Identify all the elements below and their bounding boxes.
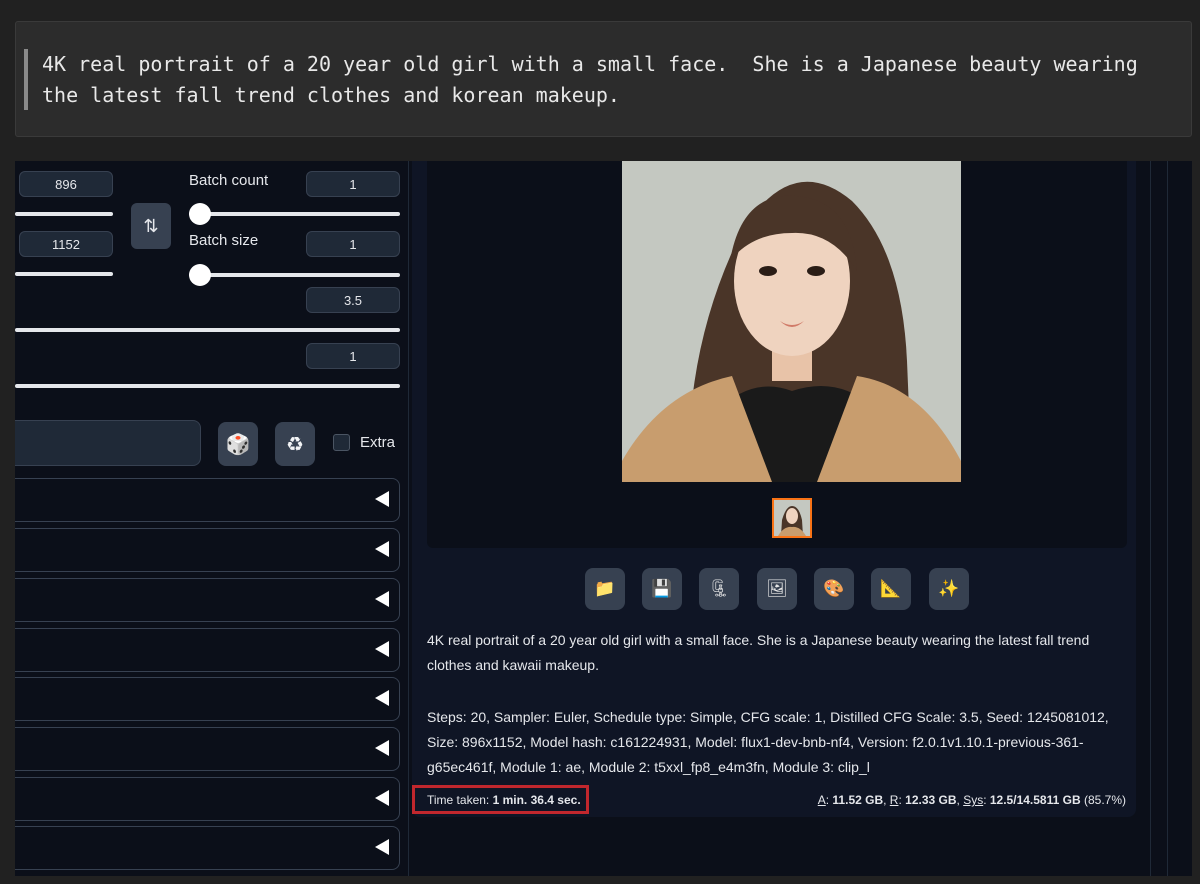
- accordion-section[interactable]: [15, 677, 400, 721]
- vram-sys-label: Sys: [963, 793, 984, 807]
- right-edge-divider: [1167, 161, 1168, 876]
- accordion-section[interactable]: [15, 777, 400, 821]
- height-slider[interactable]: [15, 272, 113, 276]
- vram-a-value: 11.52 GB: [832, 793, 884, 807]
- column-divider: [408, 161, 409, 876]
- swap-dimensions-button[interactable]: ⇅: [131, 203, 171, 249]
- gallery-thumbnail[interactable]: [772, 498, 812, 538]
- steps-input[interactable]: 1: [306, 343, 400, 369]
- accordion-section[interactable]: [15, 727, 400, 771]
- time-taken-value: 1 min. 36.4 sec.: [492, 793, 581, 807]
- collapse-arrow-icon: [375, 740, 389, 756]
- batch-size-label: Batch size: [189, 232, 259, 249]
- width-slider[interactable]: [15, 212, 113, 216]
- output-caption: 4K real portrait of a 20 year old girl w…: [427, 632, 1090, 673]
- zip-button[interactable]: 🗜: [699, 568, 739, 610]
- batch-size-slider[interactable]: [189, 273, 400, 277]
- send-to-extras-button[interactable]: 📐: [871, 568, 911, 610]
- image-icon: 🖼: [766, 579, 788, 599]
- vram-percent: (85.7%): [1083, 793, 1126, 807]
- sparkles-icon: ✨: [938, 579, 960, 599]
- batch-count-input[interactable]: 1: [306, 171, 400, 197]
- send-to-img2img-button[interactable]: 🖼: [757, 568, 797, 610]
- accordion-section[interactable]: [15, 478, 400, 522]
- random-seed-button[interactable]: 🎲: [218, 422, 258, 466]
- cfg-scale-input[interactable]: 3.5: [306, 287, 400, 313]
- output-panel: 📁 💾 🗜 🖼 🎨 📐 ✨ 4K real portrait of a 20 y…: [412, 161, 1136, 817]
- thumbnail-illustration: [774, 500, 810, 536]
- batch-size-input[interactable]: 1: [306, 231, 400, 257]
- portrait-illustration: [622, 161, 961, 482]
- time-taken: Time taken: 1 min. 36.4 sec.: [427, 793, 581, 807]
- prompt-code-block: 4K real portrait of a 20 year old girl w…: [15, 21, 1192, 137]
- vram-r-label: R: [889, 793, 899, 807]
- accordion-section[interactable]: [15, 578, 400, 622]
- batch-count-slider[interactable]: [189, 212, 400, 216]
- palette-icon: 🎨: [823, 579, 845, 599]
- extra-label: Extra: [360, 434, 396, 451]
- collapse-arrow-icon: [375, 641, 389, 657]
- recycle-icon: ♻: [286, 432, 304, 456]
- vram-usage: A: 11.52 GB, R: 12.33 GB, Sys: 12.5/14.5…: [817, 793, 1126, 807]
- batch-count-label: Batch count: [189, 172, 269, 189]
- folder-icon: 📁: [594, 579, 616, 599]
- batch-size-slider-handle[interactable]: [189, 264, 211, 286]
- send-to-inpaint-button[interactable]: 🎨: [814, 568, 854, 610]
- vram-r-value: 12.33 GB: [905, 793, 957, 807]
- prompt-text: 4K real portrait of a 20 year old girl w…: [42, 52, 1150, 107]
- reuse-seed-button[interactable]: ♻: [275, 422, 315, 466]
- swap-icon: ⇅: [143, 215, 159, 237]
- open-folder-button[interactable]: 📁: [585, 568, 625, 610]
- save-button[interactable]: 💾: [642, 568, 682, 610]
- cfg-scale-slider[interactable]: [15, 328, 400, 332]
- steps-slider[interactable]: [15, 384, 400, 388]
- triangle-ruler-icon: 📐: [880, 579, 902, 599]
- vram-sys-value: 12.5/14.5811 GB: [989, 793, 1081, 807]
- accordion-section[interactable]: [15, 826, 400, 870]
- zip-icon: 🗜: [708, 579, 730, 599]
- width-input[interactable]: 896: [19, 171, 113, 197]
- accordion-section[interactable]: [15, 528, 400, 572]
- time-taken-label: Time taken:: [427, 793, 490, 807]
- seed-input[interactable]: [15, 420, 201, 466]
- dice-icon: 🎲: [225, 432, 251, 456]
- collapse-arrow-icon: [375, 541, 389, 557]
- collapse-arrow-icon: [375, 690, 389, 706]
- batch-count-slider-handle[interactable]: [189, 203, 211, 225]
- collapse-arrow-icon: [375, 839, 389, 855]
- height-input[interactable]: 1152: [19, 231, 113, 257]
- right-edge-divider: [1150, 161, 1151, 876]
- vram-a-label: A: [817, 793, 826, 807]
- generation-info: Steps: 20, Sampler: Euler, Schedule type…: [427, 709, 1109, 775]
- generated-image[interactable]: [622, 161, 961, 482]
- blockquote-bar: [24, 49, 28, 110]
- collapse-arrow-icon: [375, 790, 389, 806]
- output-gallery: [427, 161, 1127, 548]
- webui-app: 896 1152 ⇅ Batch count 1 Batch size 1 3.…: [15, 161, 1192, 876]
- save-icon: 💾: [651, 579, 673, 599]
- collapse-arrow-icon: [375, 491, 389, 507]
- accordion-section[interactable]: [15, 628, 400, 672]
- extra-checkbox[interactable]: [333, 434, 350, 451]
- hires-fix-button[interactable]: ✨: [929, 568, 969, 610]
- collapse-arrow-icon: [375, 591, 389, 607]
